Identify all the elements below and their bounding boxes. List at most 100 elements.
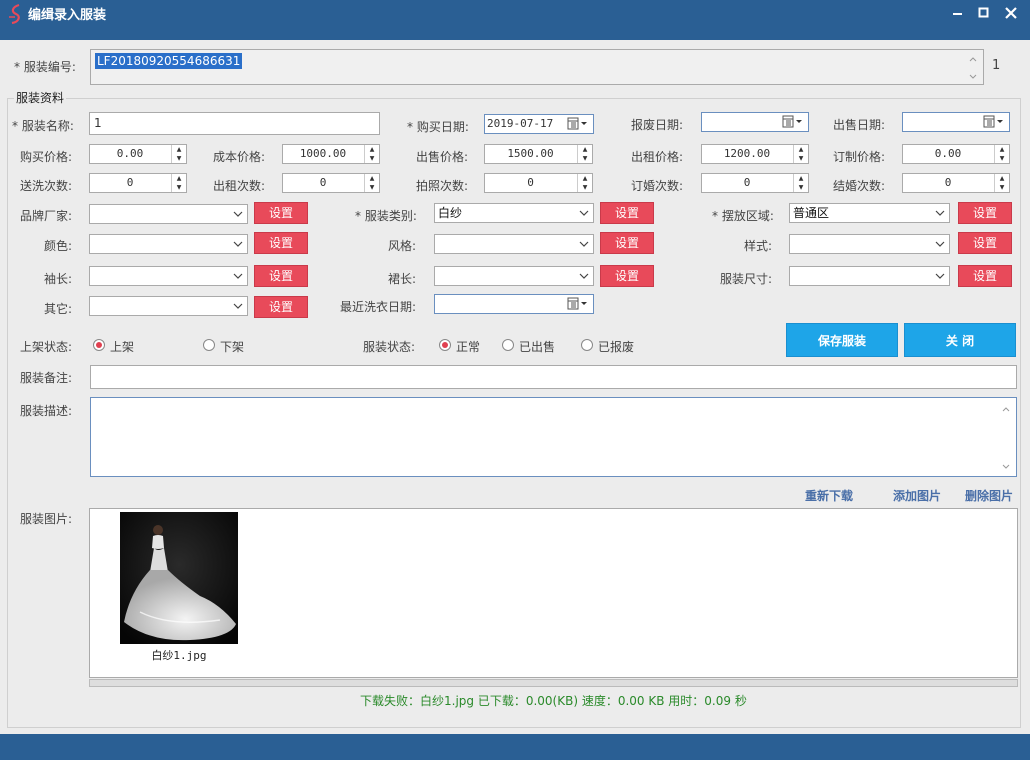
skirt-label: 裙长: [388, 272, 417, 286]
code-field[interactable]: LF20180920554686631 [90, 49, 984, 85]
state-sold-radio[interactable] [502, 339, 514, 351]
spin-arrows-icon[interactable]: ▲ ▼ [171, 174, 186, 192]
scrap-date-label: 报废日期: [631, 118, 684, 132]
rent-count-spinner[interactable]: 0 ▲ ▼ [282, 173, 380, 193]
spin-arrows-icon[interactable]: ▲ ▼ [364, 145, 379, 163]
photo-count-spinner[interactable]: 0 ▲ ▼ [484, 173, 593, 193]
color-set-button[interactable]: 设置 [254, 232, 308, 254]
state-sold-label[interactable]: 已出售 [519, 338, 555, 355]
image-thumbnail[interactable] [120, 512, 238, 644]
sleeve-set-button[interactable]: 设置 [254, 265, 308, 287]
close-button[interactable]: 关 闭 [904, 323, 1016, 357]
color-label: 颜色: [44, 239, 73, 253]
app-logo-icon [9, 3, 20, 25]
state-normal-radio[interactable] [439, 339, 451, 351]
pattern-select[interactable] [789, 234, 950, 254]
bottom-bar [0, 734, 1030, 760]
size-set-button[interactable]: 设置 [958, 265, 1012, 287]
style-set-button[interactable]: 设置 [600, 232, 654, 254]
area-set-button[interactable]: 设置 [958, 202, 1012, 224]
wedding-dress-image [120, 512, 238, 644]
last-wash-date-picker[interactable] [434, 294, 594, 314]
skirt-set-button[interactable]: 设置 [600, 265, 654, 287]
shelf-on-radio[interactable] [93, 339, 105, 351]
maximize-icon[interactable] [974, 3, 994, 23]
spin-arrows-icon[interactable]: ▲ ▼ [577, 145, 592, 163]
sleeve-select[interactable] [89, 266, 248, 286]
chevron-down-icon [935, 273, 945, 279]
spin-arrows-icon[interactable]: ▲ ▼ [577, 174, 592, 192]
save-button[interactable]: 保存服装 [786, 323, 898, 357]
add-image-link[interactable]: 添加图片 [893, 487, 941, 504]
color-select[interactable] [89, 234, 248, 254]
style-select[interactable] [434, 234, 594, 254]
code-label: * 服装编号: [14, 60, 76, 74]
wedding-count-spinner[interactable]: 0 ▲ ▼ [902, 173, 1010, 193]
redownload-link[interactable]: 重新下载 [805, 487, 853, 504]
image-label: 服装图片: [20, 512, 73, 526]
delete-image-link[interactable]: 删除图片 [965, 487, 1013, 504]
spin-arrows-icon[interactable]: ▲ ▼ [793, 174, 808, 192]
code-value: LF20180920554686631 [95, 53, 243, 69]
buy-price-spinner[interactable]: 0.00 ▲ ▼ [89, 144, 187, 164]
state-scrapped-radio[interactable] [581, 339, 593, 351]
minimize-icon[interactable] [948, 3, 968, 23]
style-label: 风格: [388, 239, 417, 253]
pattern-label: 样式: [744, 239, 773, 253]
other-select[interactable] [89, 296, 248, 316]
buy-date-picker[interactable]: 2019-07-17 [484, 114, 594, 134]
wash-count-spinner[interactable]: 0 ▲ ▼ [89, 173, 187, 193]
category-select[interactable]: 白纱 [434, 203, 594, 223]
buy-date-label: * 购买日期: [407, 120, 469, 134]
calendar-icon[interactable] [983, 115, 1005, 129]
rent-price-value: 1200.00 [723, 147, 771, 160]
buy-price-label: 购买价格: [20, 150, 73, 164]
spin-arrows-icon[interactable]: ▲ ▼ [793, 145, 808, 163]
desc-textarea[interactable] [90, 397, 1017, 477]
close-icon[interactable] [1001, 3, 1021, 23]
category-set-button[interactable]: 设置 [600, 202, 654, 224]
size-select[interactable] [789, 266, 950, 286]
calendar-icon[interactable] [567, 117, 589, 131]
calendar-icon[interactable] [782, 115, 804, 129]
other-label: 其它: [44, 302, 73, 316]
spin-arrows-icon[interactable]: ▲ ▼ [171, 145, 186, 163]
calendar-icon[interactable] [567, 297, 589, 311]
shelf-off-label[interactable]: 下架 [220, 338, 244, 355]
brand-select[interactable] [89, 204, 248, 224]
cost-price-spinner[interactable]: 1000.00 ▲ ▼ [282, 144, 380, 164]
custom-price-spinner[interactable]: 0.00 ▲ ▼ [902, 144, 1010, 164]
spin-arrows-icon[interactable]: ▲ ▼ [994, 145, 1009, 163]
shelf-on-label[interactable]: 上架 [110, 338, 134, 355]
last-wash-label: 最近洗衣日期: [340, 300, 417, 314]
name-input[interactable]: 1 [89, 112, 380, 135]
skirt-select[interactable] [434, 266, 594, 286]
state-normal-label[interactable]: 正常 [456, 338, 480, 355]
rent-price-spinner[interactable]: 1200.00 ▲ ▼ [701, 144, 809, 164]
pattern-set-button[interactable]: 设置 [958, 232, 1012, 254]
state-scrapped-label[interactable]: 已报废 [598, 338, 634, 355]
rent-price-label: 出租价格: [631, 150, 684, 164]
remark-label: 服装备注: [20, 371, 73, 385]
buy-date-value: 2019-07-17 [487, 117, 554, 130]
spin-arrows-icon[interactable]: ▲ ▼ [994, 174, 1009, 192]
code-count: 1 [992, 58, 1001, 73]
engage-count-spinner[interactable]: 0 ▲ ▼ [701, 173, 809, 193]
state-label: 服装状态: [363, 340, 416, 354]
scrap-date-picker[interactable] [701, 112, 809, 132]
size-label: 服装尺寸: [720, 272, 773, 286]
scroll-arrows-icon[interactable] [1001, 404, 1011, 472]
sell-date-picker[interactable] [902, 112, 1010, 132]
remark-input[interactable] [90, 365, 1017, 389]
sleeve-label: 袖长: [44, 272, 73, 286]
brand-label: 品牌厂家: [20, 209, 73, 223]
group-caption: 服装资料 [14, 89, 67, 106]
sale-price-value: 1500.00 [507, 147, 554, 160]
sale-price-spinner[interactable]: 1500.00 ▲ ▼ [484, 144, 593, 164]
wedding-count-value: 0 [944, 176, 952, 189]
area-select[interactable]: 普通区 [789, 203, 950, 223]
other-set-button[interactable]: 设置 [254, 296, 308, 318]
shelf-off-radio[interactable] [203, 339, 215, 351]
spin-arrows-icon[interactable]: ▲ ▼ [364, 174, 379, 192]
brand-set-button[interactable]: 设置 [254, 202, 308, 224]
